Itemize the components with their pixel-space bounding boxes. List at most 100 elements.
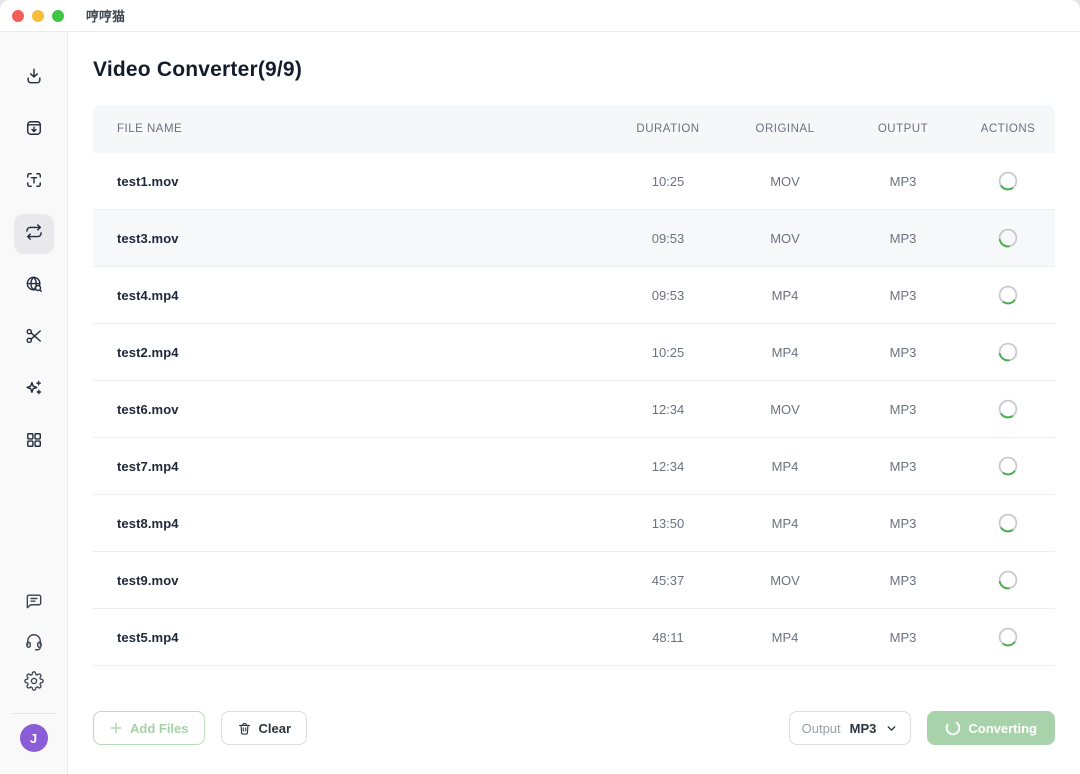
- file-name: test6.mov: [93, 402, 611, 417]
- add-files-button[interactable]: Add Files: [93, 711, 205, 745]
- file-name: test1.mov: [93, 174, 611, 189]
- output-format: MP3: [845, 231, 961, 246]
- converting-label: Converting: [968, 721, 1037, 736]
- sidebar-item-convert[interactable]: [14, 214, 54, 254]
- converting-spinner-icon[interactable]: [998, 342, 1018, 362]
- main-content: Video Converter(9/9) FILE NAME DURATION …: [68, 32, 1080, 774]
- output-format-dropdown[interactable]: Output MP3: [789, 711, 912, 745]
- duration: 13:50: [611, 516, 725, 531]
- table-row[interactable]: test9.mov45:37MOVMP3: [93, 552, 1055, 609]
- original-format: MOV: [725, 402, 845, 417]
- duration: 48:11: [611, 630, 725, 645]
- file-name: test8.mp4: [93, 516, 611, 531]
- table-row[interactable]: test2.mp410:25MP4MP3: [93, 324, 1055, 381]
- sidebar-item-trim[interactable]: [14, 318, 54, 358]
- duration: 45:37: [611, 573, 725, 588]
- original-format: MOV: [725, 231, 845, 246]
- close-button[interactable]: [12, 10, 24, 22]
- user-avatar[interactable]: J: [20, 724, 48, 752]
- file-table: FILE NAME DURATION ORIGINAL OUTPUT ACTIO…: [93, 105, 1055, 666]
- spinner-icon: [945, 720, 961, 736]
- original-format: MP4: [725, 516, 845, 531]
- file-name: test2.mp4: [93, 345, 611, 360]
- sidebar-item-settings[interactable]: [16, 665, 52, 701]
- file-name: test5.mp4: [93, 630, 611, 645]
- table-row[interactable]: test8.mp413:50MP4MP3: [93, 495, 1055, 552]
- original-format: MOV: [725, 174, 845, 189]
- download-icon: [24, 66, 44, 91]
- column-header-output: OUTPUT: [845, 123, 961, 135]
- file-name: test7.mp4: [93, 459, 611, 474]
- duration: 09:53: [611, 288, 725, 303]
- sidebar-item-feedback[interactable]: [16, 585, 52, 621]
- converting-button[interactable]: Converting: [927, 711, 1055, 745]
- sidebar-item-web-search[interactable]: [14, 266, 54, 306]
- sidebar: J: [0, 32, 68, 774]
- apps-grid-icon: [24, 430, 44, 455]
- table-row[interactable]: test3.mov09:53MOVMP3: [93, 210, 1055, 267]
- ai-sparkles-icon: [24, 378, 44, 403]
- feedback-icon: [24, 591, 44, 616]
- original-format: MP4: [725, 459, 845, 474]
- output-format: MP3: [845, 174, 961, 189]
- app-window: 哼哼猫: [0, 0, 1080, 774]
- table-header: FILE NAME DURATION ORIGINAL OUTPUT ACTIO…: [93, 105, 1055, 153]
- clear-button[interactable]: Clear: [221, 711, 308, 745]
- plus-icon: [109, 721, 123, 735]
- converting-spinner-icon[interactable]: [998, 228, 1018, 248]
- sidebar-item-apps[interactable]: [14, 422, 54, 462]
- add-files-label: Add Files: [130, 721, 189, 736]
- table-body: test1.mov10:25MOVMP3test3.mov09:53MOVMP3…: [93, 153, 1055, 666]
- converting-spinner-icon[interactable]: [998, 285, 1018, 305]
- sidebar-item-ai-tools[interactable]: [14, 370, 54, 410]
- duration: 09:53: [611, 231, 725, 246]
- table-row[interactable]: test7.mp412:34MP4MP3: [93, 438, 1055, 495]
- convert-repeat-icon: [24, 222, 44, 247]
- titlebar: 哼哼猫: [0, 0, 1080, 32]
- table-row[interactable]: test4.mp409:53MP4MP3: [93, 267, 1055, 324]
- table-row[interactable]: test1.mov10:25MOVMP3: [93, 153, 1055, 210]
- column-header-filename: FILE NAME: [93, 123, 611, 135]
- output-format: MP3: [845, 516, 961, 531]
- converting-spinner-icon[interactable]: [998, 570, 1018, 590]
- minimize-button[interactable]: [32, 10, 44, 22]
- duration: 12:34: [611, 459, 725, 474]
- sidebar-item-support[interactable]: [16, 625, 52, 661]
- converting-spinner-icon[interactable]: [998, 627, 1018, 647]
- file-name: test9.mov: [93, 573, 611, 588]
- original-format: MP4: [725, 288, 845, 303]
- output-format: MP3: [845, 402, 961, 417]
- file-name: test3.mov: [93, 231, 611, 246]
- text-capture-icon: [24, 170, 44, 195]
- output-format: MP3: [845, 459, 961, 474]
- converting-spinner-icon[interactable]: [998, 171, 1018, 191]
- column-header-duration: DURATION: [611, 123, 725, 135]
- headset-icon: [24, 631, 44, 656]
- column-header-original: ORIGINAL: [725, 123, 845, 135]
- footer-bar: Add Files Clear Output MP3 Co: [93, 711, 1055, 745]
- converting-spinner-icon[interactable]: [998, 456, 1018, 476]
- archive-download-icon: [24, 118, 44, 143]
- sidebar-item-archive-download[interactable]: [14, 110, 54, 150]
- output-value: MP3: [850, 721, 877, 736]
- sidebar-item-text-capture[interactable]: [14, 162, 54, 202]
- duration: 10:25: [611, 174, 725, 189]
- table-row[interactable]: test6.mov12:34MOVMP3: [93, 381, 1055, 438]
- settings-gear-icon: [24, 671, 44, 696]
- chevron-down-icon: [885, 722, 898, 735]
- converting-spinner-icon[interactable]: [998, 513, 1018, 533]
- table-row[interactable]: test5.mp448:11MP4MP3: [93, 609, 1055, 666]
- original-format: MOV: [725, 573, 845, 588]
- original-format: MP4: [725, 345, 845, 360]
- output-format: MP3: [845, 573, 961, 588]
- clear-label: Clear: [259, 721, 292, 736]
- converting-spinner-icon[interactable]: [998, 399, 1018, 419]
- output-label: Output: [802, 721, 841, 736]
- sidebar-item-download[interactable]: [14, 58, 54, 98]
- output-format: MP3: [845, 345, 961, 360]
- zoom-button[interactable]: [52, 10, 64, 22]
- window-title: 哼哼猫: [86, 6, 125, 25]
- traffic-lights: [12, 10, 64, 22]
- trash-icon: [237, 721, 252, 736]
- duration: 10:25: [611, 345, 725, 360]
